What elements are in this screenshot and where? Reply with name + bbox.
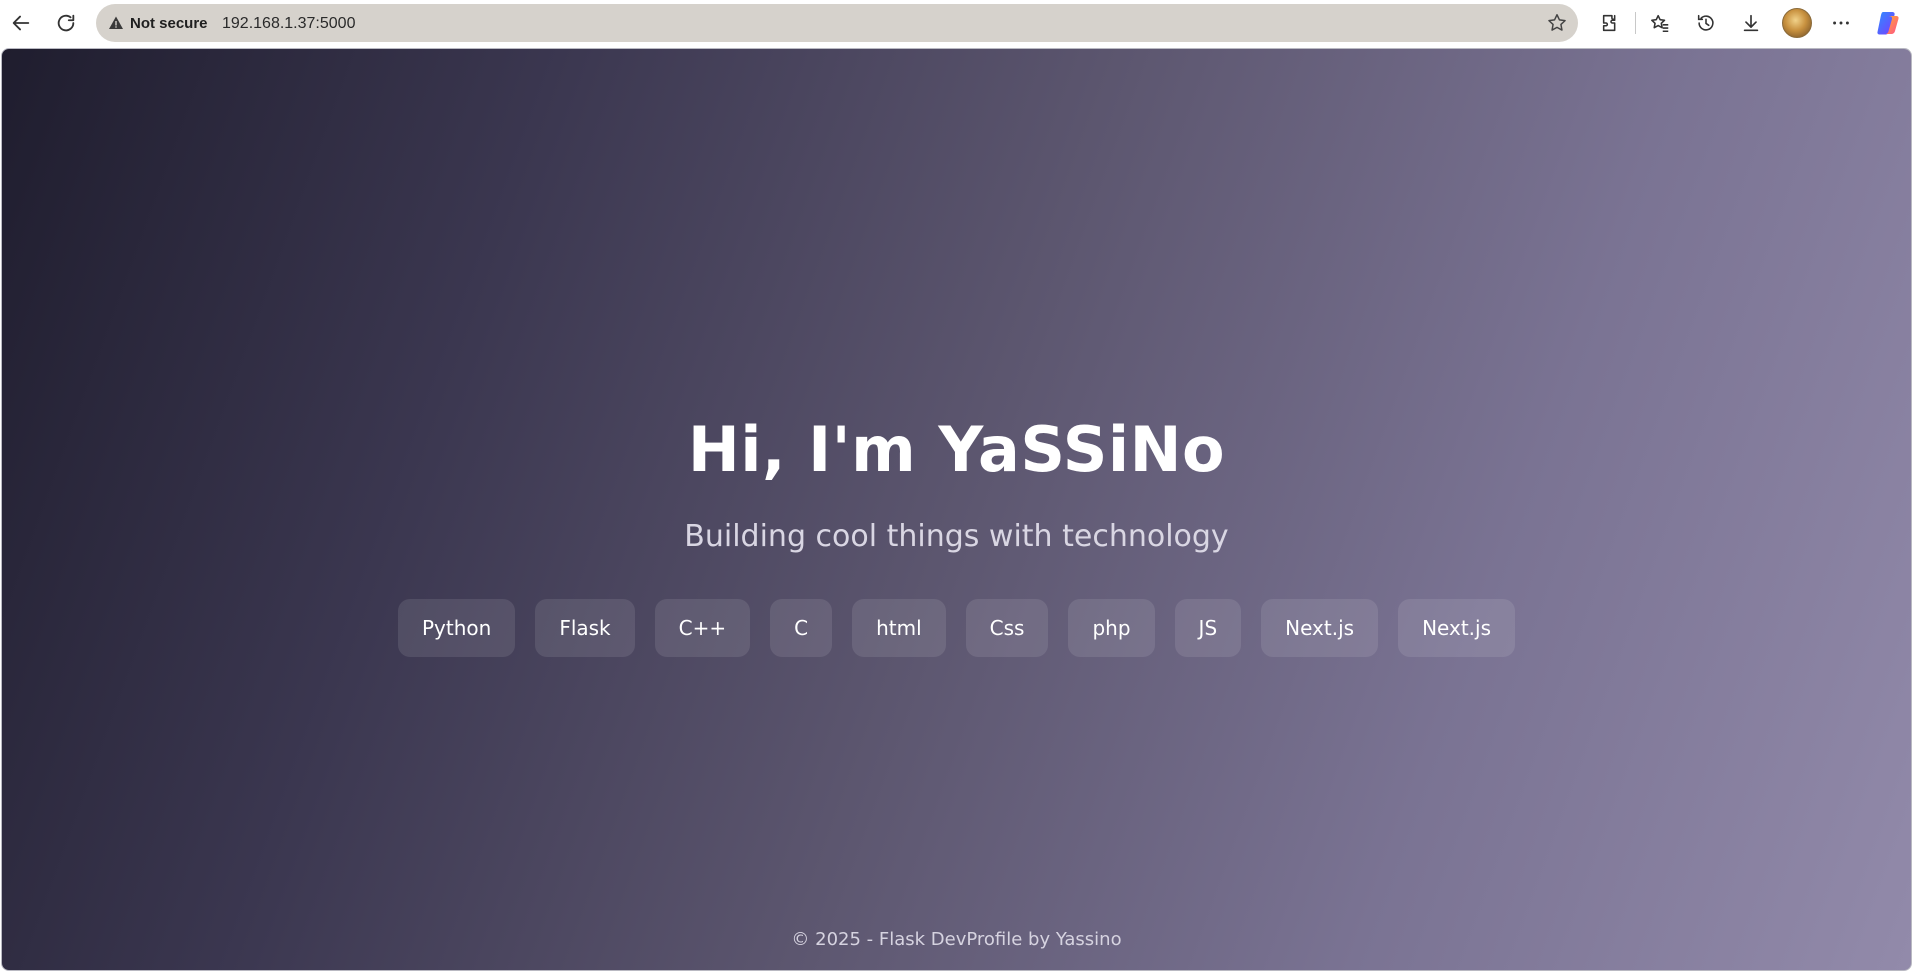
refresh-icon (57, 14, 75, 32)
history-icon (1697, 14, 1714, 31)
favorites-icon (1651, 14, 1669, 33)
skill-chip[interactable]: C (770, 599, 833, 657)
history-button[interactable] (1689, 6, 1723, 40)
footer-text: © 2025 - Flask DevProfile by Yassino (791, 929, 1122, 950)
back-button[interactable] (4, 6, 38, 40)
skill-chip[interactable]: JS (1174, 599, 1242, 657)
refresh-button[interactable] (49, 6, 83, 40)
favorites-button[interactable] (1643, 6, 1677, 40)
more-icon (1833, 21, 1849, 25)
skill-chip[interactable]: Flask (535, 599, 635, 657)
hero-title: Hi, I'm YaSSiNo (687, 413, 1226, 486)
extensions-icon (1602, 14, 1616, 32)
copilot-icon[interactable] (1874, 8, 1904, 38)
downloads-button[interactable] (1734, 6, 1768, 40)
more-button[interactable] (1824, 6, 1858, 40)
skill-chip[interactable]: Next.js (1398, 599, 1516, 657)
hero-section: Hi, I'm YaSSiNo Building cool things wit… (2, 49, 1911, 970)
browser-toolbar: Not secure 192.168.1.37:5000 (0, 0, 1915, 47)
skill-chip[interactable]: Css (965, 599, 1049, 657)
url-text[interactable]: 192.168.1.37:5000 (222, 15, 355, 33)
security-label[interactable]: Not secure (130, 15, 208, 32)
download-icon (1743, 14, 1759, 32)
warning-icon[interactable] (108, 15, 124, 31)
address-bar[interactable]: Not secure 192.168.1.37:5000 (96, 4, 1578, 42)
extensions-button[interactable] (1594, 6, 1628, 40)
skill-chip[interactable]: Next.js (1261, 599, 1379, 657)
skill-chip[interactable]: C++ (654, 599, 751, 657)
profile-avatar[interactable] (1782, 8, 1812, 38)
toolbar-divider (1635, 12, 1636, 34)
page-viewport: Hi, I'm YaSSiNo Building cool things wit… (1, 48, 1912, 971)
skill-chip[interactable]: html (852, 599, 946, 657)
skills-list: Python Flask C++ Chtml Css php JS Next.js Next.j… (2, 599, 1911, 657)
skill-chip[interactable]: Python (397, 599, 516, 657)
back-icon (12, 15, 30, 31)
favorite-star-icon[interactable] (1546, 12, 1568, 34)
skill-chip[interactable]: php (1068, 599, 1155, 657)
hero-subtitle: Building cool things with technology (684, 519, 1229, 554)
